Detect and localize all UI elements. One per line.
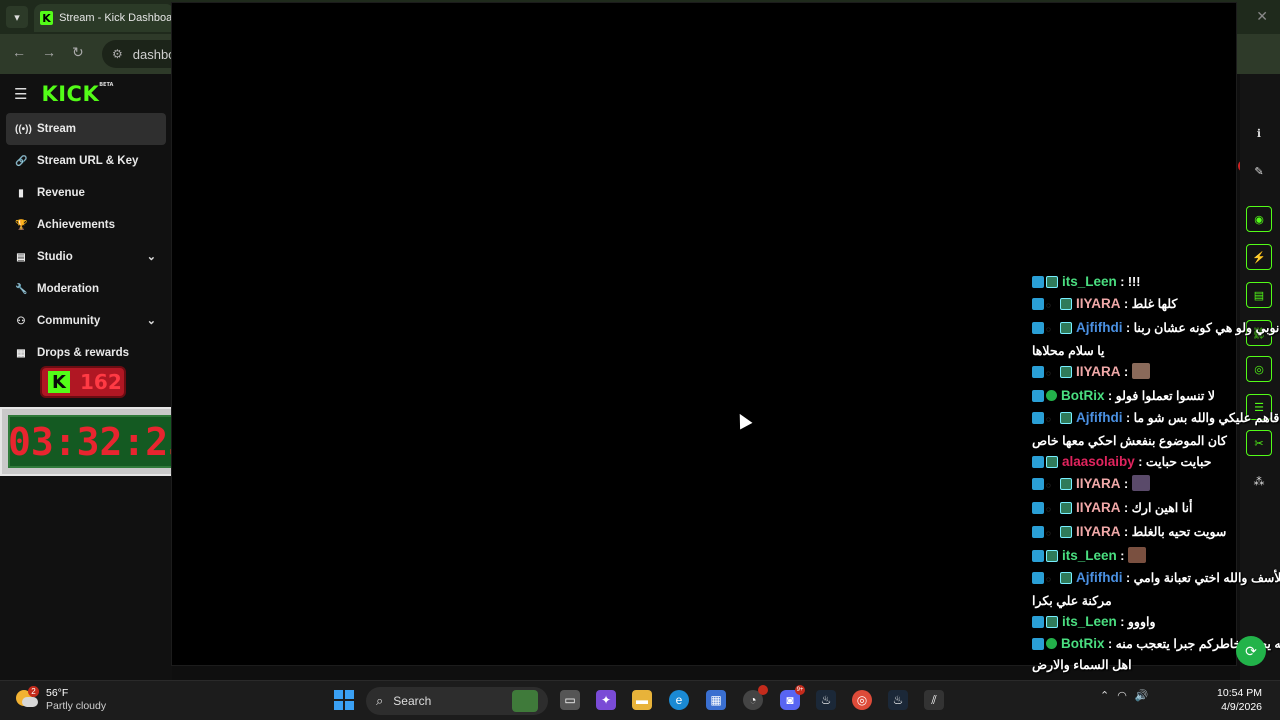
sidebar-nav: ((•)) Stream 🔗 Stream URL & Key ▮ Revenu… — [6, 113, 166, 369]
sidebar-item-label: Stream — [37, 123, 76, 135]
taskbar: 2 56°F Partly cloudy ⌕ Search ▭ ✦ ▬ e ▦ … — [0, 680, 1280, 720]
community-icon: ⚇ — [16, 315, 26, 327]
chat-message: ◌ IIYARA : — [1032, 473, 1280, 497]
reload-icon[interactable]: ↻ — [72, 44, 84, 61]
windows-start-icon[interactable] — [334, 690, 354, 710]
sidebar-item-moderation[interactable]: 🔧 Moderation — [6, 273, 166, 305]
lightning-icon[interactable]: ⚡ — [1246, 244, 1272, 270]
edge-icon[interactable]: e — [669, 690, 689, 710]
chrome-icon[interactable]: ◎ — [852, 690, 872, 710]
partly-cloudy-icon: 2 — [16, 686, 39, 710]
site-info-icon[interactable]: ⚙ — [112, 47, 123, 61]
timer-text: 03:32:23 — [7, 419, 192, 464]
sidebar-item-label: Stream URL & Key — [37, 155, 139, 167]
sidebar-item-revenue[interactable]: ▮ Revenue — [6, 177, 166, 209]
window-close-icon[interactable]: ✕ — [1256, 8, 1268, 25]
chat-message: ◌ Ajfifhdi : قاهم عليكي والله بس شو ما كان… — [1032, 410, 1280, 448]
chat-message: ◌ Ajfifhdi : للأسف والله اختي تعبانة وامي… — [1032, 570, 1280, 608]
sidebar-item-label: Revenue — [37, 187, 85, 199]
timer-panel: 03:32:23 — [8, 415, 191, 468]
sidebar-item-drops-rewards[interactable]: ▦ Drops & rewards — [6, 337, 166, 369]
notification-badge: 2 — [28, 686, 39, 697]
chevron-down-icon: ⌄ — [146, 315, 156, 327]
sidebar-item-community[interactable]: ⚇ Community ⌄ — [6, 305, 166, 337]
volume-icon[interactable]: 🔊 — [1135, 689, 1149, 702]
chevron-down-icon: ⌄ — [146, 251, 156, 263]
stream-timer-widget: 03:32:23 — [0, 407, 199, 476]
copilot-icon[interactable]: ✦ — [596, 690, 616, 710]
studio-icon: ▤ — [16, 251, 26, 263]
camera-icon[interactable]: ◉ — [1246, 206, 1272, 232]
link-icon: 🔗 — [15, 155, 28, 167]
clock-time: 10:54 PM — [1217, 687, 1262, 699]
wrench-icon: 🔧 — [15, 283, 28, 295]
kick-k-icon: K — [48, 371, 70, 393]
tab-list-dropdown[interactable]: ▾ — [6, 6, 28, 28]
discord-icon[interactable]: ◙ 9+ — [780, 685, 805, 710]
task-view-icon[interactable]: ▭ — [560, 690, 580, 710]
broadcast-icon: ((•)) — [15, 123, 32, 135]
search-icon: ⌕ — [376, 693, 384, 708]
wifi-icon[interactable]: ◠ — [1117, 689, 1127, 702]
chat-overlay: its_Leen : !!! ◌ IIYARA : كلها غلط ◌ Ajfif… — [1032, 271, 1280, 675]
weather-temperature: 56°F — [46, 687, 69, 699]
emote-icon — [1131, 363, 1150, 379]
emote-icon — [1131, 475, 1150, 491]
kick-favicon-icon: K — [40, 11, 54, 25]
steam-icon-2[interactable]: ♨ — [888, 690, 908, 710]
sidebar-item-studio[interactable]: ▤ Studio ⌄ — [6, 241, 166, 273]
clock-date: 4/9/2026 — [1221, 701, 1262, 713]
mouse-cursor-icon — [733, 410, 753, 430]
chat-message: alaasolaiby : حبايت حبايت — [1032, 451, 1280, 473]
browser-tab[interactable]: K Stream - Kick Dashboard — [34, 4, 174, 32]
chat-message: ◌ Ajfifhdi : نوبي ولو هي كونه عشان ربنا يا… — [1032, 320, 1280, 358]
gift-icon: ▦ — [16, 347, 26, 359]
tab-title: Stream - Kick Dashboard — [59, 12, 174, 24]
sidebar-item-stream[interactable]: ((•)) Stream — [6, 113, 166, 145]
search-highlight-icon — [512, 690, 538, 712]
chat-message: BotRix : لا تنسوا تعملوا فولو — [1032, 385, 1280, 407]
weather-description: Partly cloudy — [46, 700, 107, 712]
obs-icon[interactable]: ◔ — [743, 685, 768, 710]
chat-message: ◌ IIYARA : كلها غلط — [1032, 293, 1280, 317]
emote-icon — [1127, 547, 1146, 563]
chat-message: ◌ IIYARA : سويت تحيه بالغلط — [1032, 521, 1280, 545]
sidebar-item-label: Moderation — [37, 283, 99, 295]
steam-icon[interactable]: ♨ — [816, 690, 836, 710]
store-icon[interactable]: ▦ — [706, 690, 726, 710]
sidebar-item-label: Achievements — [37, 219, 115, 231]
back-arrow-icon[interactable]: ← — [12, 44, 26, 60]
file-explorer-icon[interactable]: ▬ — [632, 690, 652, 710]
refresh-icon[interactable]: ⟳ — [1236, 636, 1266, 666]
screen: ▾ K Stream - Kick Dashboard ✕ ← → ↻ ⚙ da… — [0, 0, 1280, 720]
taskbar-search[interactable]: ⌕ Search — [366, 687, 548, 715]
bar-chart-icon: ▮ — [18, 187, 24, 199]
follower-count-widget: K 162 — [40, 366, 126, 398]
chat-message: its_Leen : !!! — [1032, 271, 1280, 293]
chat-message: its_Leen : واووو — [1032, 611, 1280, 633]
sidebar-item-label: Studio — [37, 251, 73, 263]
chat-message: ◌ IIYARA : أنا اهين ارك — [1032, 497, 1280, 521]
taskbar-clock[interactable]: 10:54 PM 4/9/2026 — [1217, 686, 1262, 714]
sidebar-item-achievements[interactable]: 🏆 Achievements — [6, 209, 166, 241]
sidebar-item-label: Community — [37, 315, 101, 327]
sidebar-item-stream-url-key[interactable]: 🔗 Stream URL & Key — [6, 145, 166, 177]
weather-widget[interactable]: 2 56°F Partly cloudy — [16, 686, 107, 713]
sidebar-item-label: Drops & rewards — [37, 347, 130, 359]
hamburger-menu-icon[interactable]: ☰ — [14, 85, 27, 103]
follower-count: 162 — [80, 370, 122, 394]
app-icon[interactable]: ⫽ — [924, 690, 944, 710]
logo-row: ☰ KICKBETA — [14, 82, 113, 106]
chevron-up-icon[interactable]: ⌃ — [1100, 689, 1109, 702]
trophy-icon: 🏆 — [15, 219, 28, 231]
chat-message: ◌ IIYARA : — [1032, 361, 1280, 385]
info-icon[interactable]: ℹ — [1246, 120, 1272, 146]
edit-icon[interactable]: ✎ — [1246, 158, 1272, 184]
kick-logo[interactable]: KICKBETA — [41, 82, 113, 106]
search-label: Search — [393, 694, 432, 708]
forward-arrow-icon[interactable]: → — [42, 44, 56, 60]
chat-message: its_Leen : — [1032, 545, 1280, 567]
system-tray: ⌃ ◠ 🔊 — [1100, 689, 1149, 702]
